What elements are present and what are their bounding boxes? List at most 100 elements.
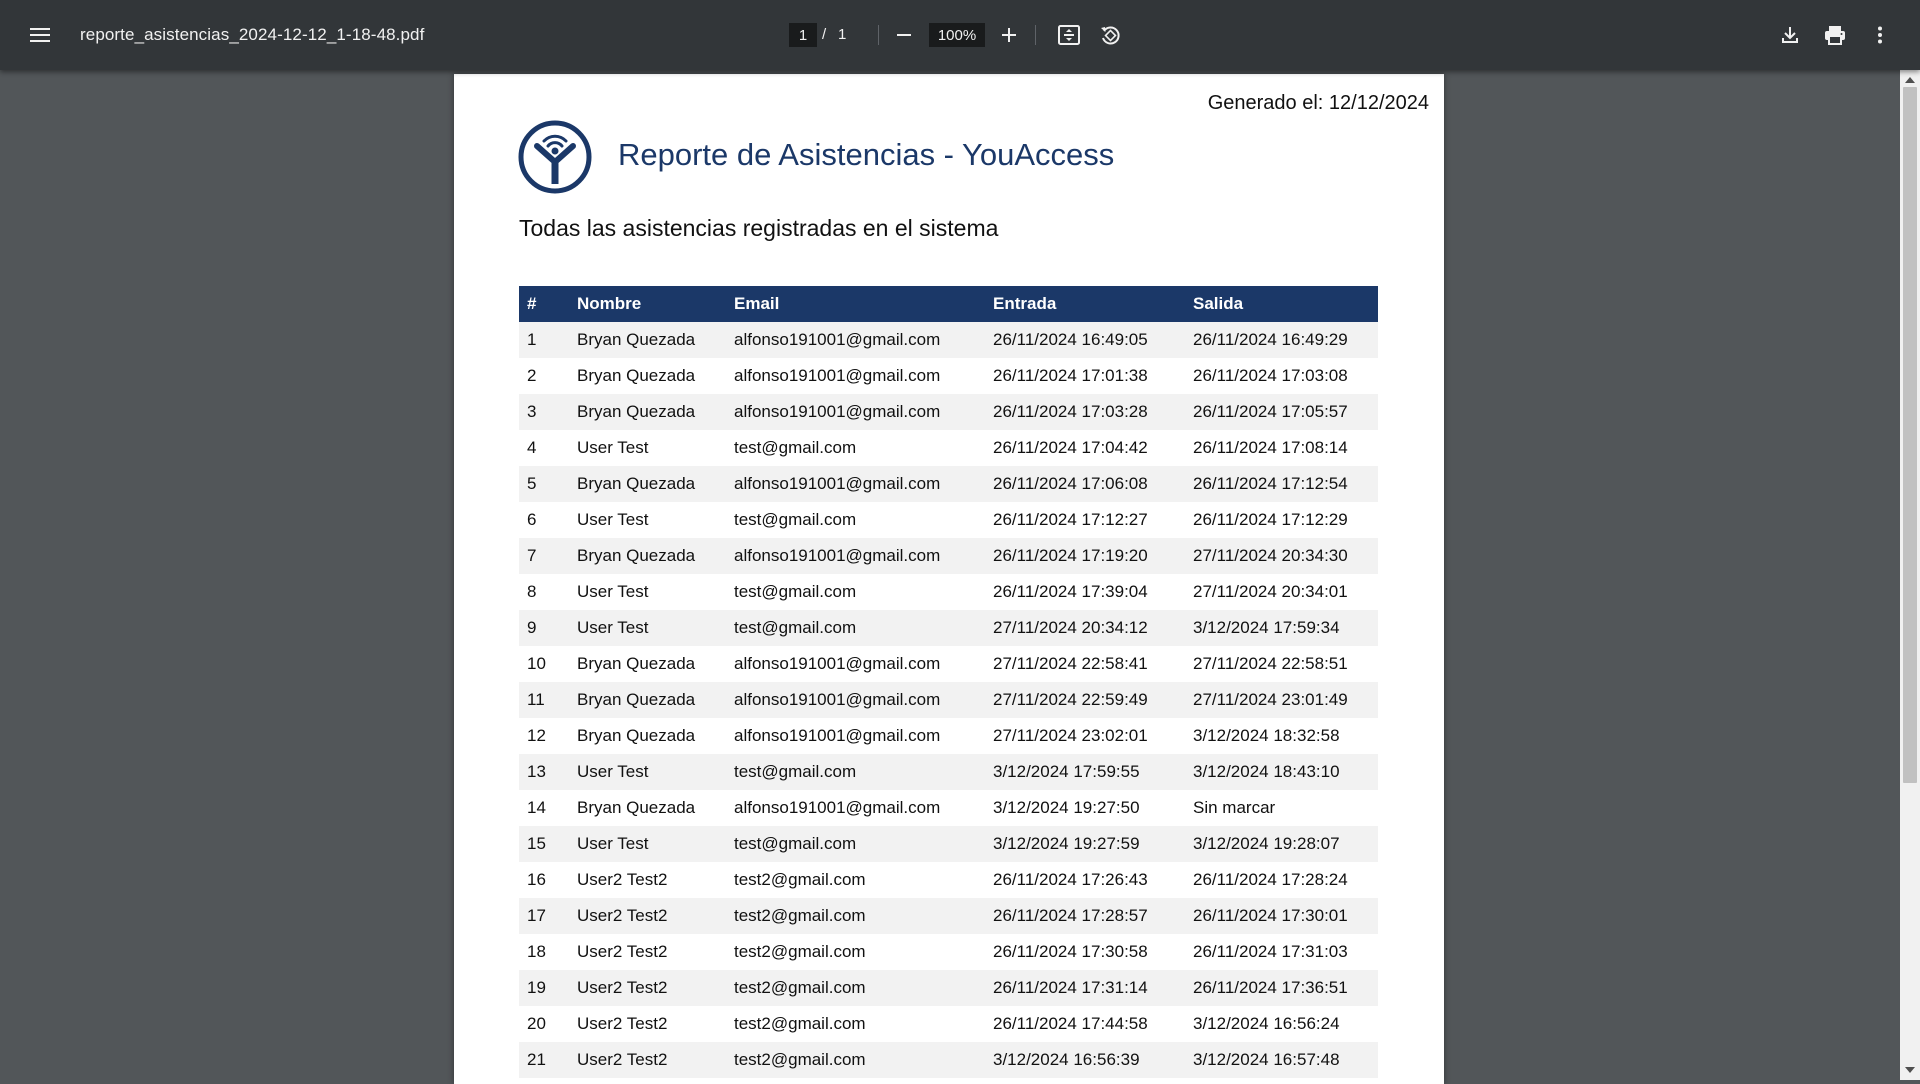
- zoom-in-button[interactable]: [989, 15, 1029, 55]
- cell-entry: 26/11/2024 17:12:27: [985, 502, 1185, 538]
- menu-button[interactable]: [20, 15, 60, 55]
- cell-number: 17: [519, 898, 569, 934]
- cell-entry: 26/11/2024 17:01:38: [985, 358, 1185, 394]
- toolbar-divider: [878, 25, 879, 45]
- scroll-up-arrow-icon: [1905, 77, 1915, 83]
- cell-entry: 27/11/2024 20:34:12: [985, 610, 1185, 646]
- zoom-out-button[interactable]: [884, 15, 924, 55]
- cell-email: alfonso191001@gmail.com: [726, 538, 985, 574]
- cell-number: 19: [519, 970, 569, 1006]
- cell-email: test@gmail.com: [726, 610, 985, 646]
- cell-entry: 26/11/2024 17:39:04: [985, 574, 1185, 610]
- cell-email: alfonso191001@gmail.com: [726, 718, 985, 754]
- table-row: 16 User2 Test2 test2@gmail.com 26/11/2024 1…: [519, 862, 1378, 898]
- cell-email: test@gmail.com: [726, 754, 985, 790]
- cell-exit: 27/11/2024 20:34:30: [1185, 538, 1378, 574]
- cell-exit: 3/12/2024 19:28:07: [1185, 826, 1378, 862]
- cell-number: 11: [519, 682, 569, 718]
- plus-icon: [1002, 28, 1016, 42]
- cell-email: test@gmail.com: [726, 502, 985, 538]
- cell-name: User Test: [569, 502, 726, 538]
- cell-email: test2@gmail.com: [726, 1042, 985, 1078]
- scroll-up-button[interactable]: [1900, 72, 1920, 88]
- cell-number: 14: [519, 790, 569, 826]
- cell-name: User Test: [569, 574, 726, 610]
- cell-entry: 3/12/2024 19:27:59: [985, 826, 1185, 862]
- table-row: 5 Bryan Quezada alfonso191001@gmail.com 26/…: [519, 466, 1378, 502]
- cell-exit: 27/11/2024 22:58:51: [1185, 646, 1378, 682]
- youaccess-logo: [518, 120, 592, 194]
- table-body: 1 Bryan Quezada alfonso191001@gmail.com 26/…: [519, 322, 1378, 1078]
- cell-entry: 26/11/2024 17:03:28: [985, 394, 1185, 430]
- vertical-scrollbar[interactable]: [1900, 70, 1920, 1080]
- cell-exit: 26/11/2024 17:05:57: [1185, 394, 1378, 430]
- cell-email: test2@gmail.com: [726, 934, 985, 970]
- cell-name: Bryan Quezada: [569, 538, 726, 574]
- cell-exit: 3/12/2024 16:57:48: [1185, 1042, 1378, 1078]
- cell-exit: 26/11/2024 17:30:01: [1185, 898, 1378, 934]
- table-row: 14 Bryan Quezada alfonso191001@gmail.com 3/…: [519, 790, 1378, 826]
- scrollbar-thumb[interactable]: [1903, 87, 1917, 783]
- cell-email: test@gmail.com: [726, 574, 985, 610]
- cell-number: 18: [519, 934, 569, 970]
- cell-name: Bryan Quezada: [569, 322, 726, 358]
- cell-number: 10: [519, 646, 569, 682]
- cell-number: 15: [519, 826, 569, 862]
- total-pages: 1: [838, 26, 847, 43]
- page-number-input[interactable]: [789, 23, 817, 47]
- cell-email: alfonso191001@gmail.com: [726, 322, 985, 358]
- header-entry: Entrada: [985, 286, 1185, 322]
- cell-entry: 26/11/2024 17:28:57: [985, 898, 1185, 934]
- hamburger-menu-icon: [30, 28, 50, 42]
- header-number: #: [519, 286, 569, 322]
- cell-number: 7: [519, 538, 569, 574]
- cell-name: Bryan Quezada: [569, 394, 726, 430]
- table-row: 2 Bryan Quezada alfonso191001@gmail.com 26/…: [519, 358, 1378, 394]
- cell-entry: 3/12/2024 17:59:55: [985, 754, 1185, 790]
- cell-exit: 3/12/2024 18:32:58: [1185, 718, 1378, 754]
- table-row: 19 User2 Test2 test2@gmail.com 26/11/2024 1…: [519, 970, 1378, 1006]
- cell-email: alfonso191001@gmail.com: [726, 790, 985, 826]
- cell-entry: 26/11/2024 17:26:43: [985, 862, 1185, 898]
- cell-entry: 27/11/2024 22:58:41: [985, 646, 1185, 682]
- cell-exit: 26/11/2024 17:28:24: [1185, 862, 1378, 898]
- cell-entry: 26/11/2024 17:30:58: [985, 934, 1185, 970]
- cell-name: Bryan Quezada: [569, 682, 726, 718]
- header-exit: Salida: [1185, 286, 1378, 322]
- rotate-button[interactable]: [1090, 15, 1130, 55]
- cell-exit: Sin marcar: [1185, 790, 1378, 826]
- printer-icon: [1825, 26, 1845, 45]
- scroll-down-arrow-icon: [1905, 1067, 1915, 1073]
- cell-number: 20: [519, 1006, 569, 1042]
- download-button[interactable]: [1770, 15, 1810, 55]
- attendance-table: # Nombre Email Entrada Salida 1 Bryan Que…: [519, 286, 1378, 1078]
- cell-number: 1: [519, 322, 569, 358]
- cell-number: 4: [519, 430, 569, 466]
- more-actions-button[interactable]: [1860, 15, 1900, 55]
- cell-email: alfonso191001@gmail.com: [726, 358, 985, 394]
- cell-exit: 26/11/2024 16:49:29: [1185, 322, 1378, 358]
- cell-exit: 27/11/2024 20:34:01: [1185, 574, 1378, 610]
- table-row: 18 User2 Test2 test2@gmail.com 26/11/2024 1…: [519, 934, 1378, 970]
- zoom-level-input[interactable]: [929, 23, 985, 47]
- print-button[interactable]: [1815, 15, 1855, 55]
- cell-email: test2@gmail.com: [726, 1006, 985, 1042]
- cell-number: 5: [519, 466, 569, 502]
- scroll-down-button[interactable]: [1900, 1062, 1920, 1078]
- cell-number: 21: [519, 1042, 569, 1078]
- page-separator: /: [822, 26, 827, 43]
- table-row: 8 User Test test@gmail.com 26/11/2024 17:39…: [519, 574, 1378, 610]
- table-row: 1 Bryan Quezada alfonso191001@gmail.com 26/…: [519, 322, 1378, 358]
- cell-entry: 3/12/2024 19:27:50: [985, 790, 1185, 826]
- cell-exit: 26/11/2024 17:08:14: [1185, 430, 1378, 466]
- cell-number: 8: [519, 574, 569, 610]
- cell-entry: 26/11/2024 17:06:08: [985, 466, 1185, 502]
- cell-exit: 27/11/2024 23:01:49: [1185, 682, 1378, 718]
- cell-exit: 26/11/2024 17:12:54: [1185, 466, 1378, 502]
- cell-name: Bryan Quezada: [569, 358, 726, 394]
- cell-entry: 26/11/2024 17:44:58: [985, 1006, 1185, 1042]
- cell-number: 3: [519, 394, 569, 430]
- cell-name: User Test: [569, 610, 726, 646]
- fit-to-page-button[interactable]: [1049, 15, 1089, 55]
- table-row: 4 User Test test@gmail.com 26/11/2024 17:04…: [519, 430, 1378, 466]
